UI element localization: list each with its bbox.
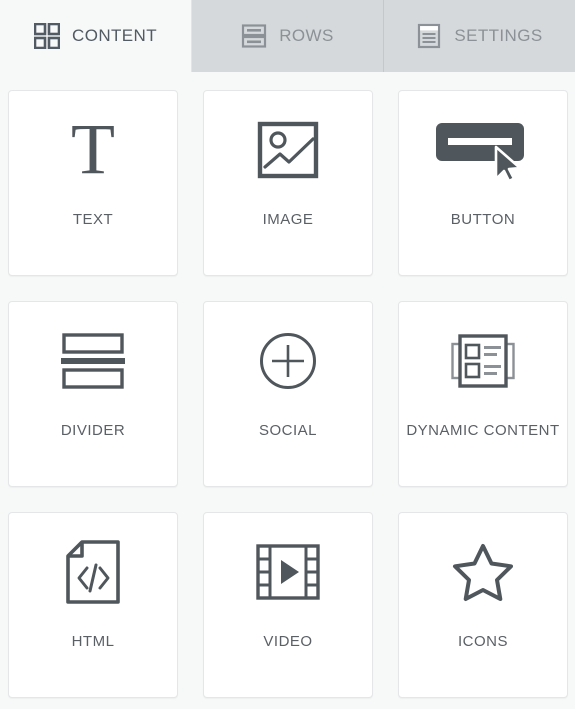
- tab-rows[interactable]: ROWS: [192, 0, 384, 72]
- tile-button-label: BUTTON: [450, 211, 516, 228]
- tile-video-label: VIDEO: [263, 633, 313, 650]
- circle-plus-icon: [260, 333, 316, 389]
- tile-icons[interactable]: ICONS: [398, 512, 568, 698]
- tile-icons-icon-wrap: [399, 513, 567, 631]
- tile-divider[interactable]: DIVIDER: [8, 301, 178, 487]
- tab-bar: CONTENT ROWS SETTINGS: [0, 0, 575, 72]
- tab-settings-label: SETTINGS: [454, 26, 543, 45]
- star-icon: [453, 544, 513, 601]
- tile-text[interactable]: T TEXT: [8, 90, 178, 276]
- rows-icon: [242, 24, 267, 48]
- tile-image-label: IMAGE: [262, 211, 314, 228]
- tile-dynamic-content-label: DYNAMIC CONTENT: [406, 422, 560, 439]
- tile-video[interactable]: VIDEO: [203, 512, 373, 698]
- image-icon: [257, 121, 319, 179]
- tab-rows-label: ROWS: [279, 26, 334, 45]
- settings-icon: [418, 23, 441, 49]
- tile-button[interactable]: BUTTON: [398, 90, 568, 276]
- tile-dynamic-content-icon-wrap: [399, 302, 567, 420]
- tile-social[interactable]: SOCIAL: [203, 301, 373, 487]
- content-tiles-grid: T TEXT IMAGE BUTTON DIVIDER SOCIAL DYNAM…: [0, 72, 575, 698]
- button-cursor-icon: [436, 123, 524, 181]
- divider-icon: [61, 333, 125, 389]
- tile-text-icon-wrap: T: [9, 91, 177, 209]
- code-document-icon: [66, 540, 120, 604]
- tile-button-icon-wrap: [399, 91, 567, 209]
- tab-content[interactable]: CONTENT: [0, 0, 192, 72]
- tile-divider-label: DIVIDER: [60, 422, 126, 439]
- grid-icon: [34, 23, 61, 49]
- text-icon: T: [71, 117, 115, 183]
- tile-image-icon-wrap: [204, 91, 372, 209]
- tile-dynamic-content[interactable]: DYNAMIC CONTENT: [398, 301, 568, 487]
- tile-divider-icon-wrap: [9, 302, 177, 420]
- tab-content-label: CONTENT: [72, 26, 157, 45]
- tile-image[interactable]: IMAGE: [203, 90, 373, 276]
- tile-html-icon-wrap: [9, 513, 177, 631]
- tile-video-icon-wrap: [204, 513, 372, 631]
- tile-html-label: HTML: [71, 633, 115, 650]
- tile-text-label: TEXT: [72, 211, 114, 228]
- film-play-icon: [256, 544, 320, 600]
- tile-social-icon-wrap: [204, 302, 372, 420]
- tab-settings[interactable]: SETTINGS: [384, 0, 575, 72]
- tile-html[interactable]: HTML: [8, 512, 178, 698]
- tile-icons-label: ICONS: [457, 633, 508, 650]
- tile-social-label: SOCIAL: [258, 422, 318, 439]
- dynamic-content-icon: [451, 334, 515, 388]
- svg-text:T: T: [71, 117, 115, 183]
